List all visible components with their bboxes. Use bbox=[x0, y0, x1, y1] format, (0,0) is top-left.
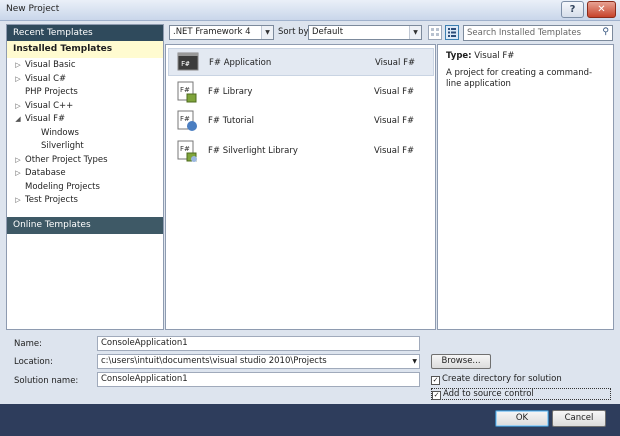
type-line: Type: Visual F# bbox=[446, 51, 605, 61]
template-language: Visual F# bbox=[375, 58, 416, 68]
tutorial-icon: F# bbox=[176, 110, 198, 132]
template-row[interactable]: F# F# Library Visual F# bbox=[168, 78, 434, 106]
framework-value: .NET Framework 4 bbox=[173, 27, 251, 37]
tree-item[interactable]: ▷ Database bbox=[7, 167, 163, 181]
search-placeholder: Search Installed Templates bbox=[467, 28, 582, 38]
search-templates-input[interactable]: Search Installed Templates ⚲ bbox=[463, 25, 613, 41]
tree-item[interactable]: ▷ Visual Basic bbox=[7, 59, 163, 73]
tree-item[interactable]: ▷ Visual C# bbox=[7, 73, 163, 87]
template-name: F# Silverlight Library bbox=[208, 145, 298, 156]
list-view-icon bbox=[448, 28, 456, 37]
title-bar: New Project ? ✕ bbox=[0, 0, 620, 21]
create-directory-checkbox[interactable]: ✓ Create directory for solution bbox=[431, 374, 611, 386]
tree-item[interactable]: ◢ Visual F# bbox=[7, 113, 163, 127]
name-field[interactable]: ConsoleApplication1 bbox=[97, 336, 420, 351]
tree-item-label: Windows bbox=[41, 127, 79, 138]
tree-item[interactable]: Modeling Projects bbox=[7, 181, 163, 195]
svg-text:F#: F# bbox=[180, 145, 190, 153]
svg-text:F#: F# bbox=[181, 60, 190, 68]
checkbox-check-icon: ✓ bbox=[431, 376, 440, 385]
tree-item-label: Visual F# bbox=[25, 114, 66, 124]
add-to-source-control-label: Add to source control bbox=[443, 389, 534, 399]
template-name: F# Library bbox=[208, 86, 253, 97]
console-application-icon: F# bbox=[177, 52, 199, 74]
template-description: A project for creating a command-line ap… bbox=[446, 68, 593, 89]
expand-arrow-icon[interactable]: ▷ bbox=[13, 73, 23, 87]
type-label: Type: bbox=[446, 51, 472, 61]
tree-item-label: Other Project Types bbox=[25, 154, 108, 165]
tree-item[interactable]: Silverlight bbox=[7, 140, 163, 154]
expand-arrow-icon[interactable]: ▷ bbox=[13, 59, 23, 73]
svg-text:F#: F# bbox=[180, 115, 190, 123]
template-language: Visual F# bbox=[374, 145, 415, 156]
create-directory-label: Create directory for solution bbox=[442, 374, 562, 384]
solution-name-label: Solution name: bbox=[14, 376, 79, 386]
template-language: Visual F# bbox=[374, 116, 415, 126]
tree-item-label: PHP Projects bbox=[25, 87, 78, 97]
tree-item-label: Visual Basic bbox=[25, 60, 76, 70]
list-view-button[interactable] bbox=[445, 25, 459, 40]
sort-by-label: Sort by: bbox=[278, 27, 311, 37]
solution-name-field[interactable]: ConsoleApplication1 bbox=[97, 372, 420, 387]
tree-item-label: Database bbox=[25, 168, 66, 178]
recent-templates-header[interactable]: Recent Templates bbox=[7, 25, 163, 41]
framework-select[interactable]: .NET Framework 4 ▼ bbox=[169, 25, 274, 40]
tree-item-label: Visual C# bbox=[25, 73, 67, 84]
tree-item[interactable]: ▷ Other Project Types bbox=[7, 154, 163, 168]
cancel-button[interactable]: Cancel bbox=[552, 410, 606, 427]
tree-item-label: Silverlight bbox=[41, 141, 84, 151]
template-name: F# Application bbox=[209, 58, 272, 68]
chevron-down-icon[interactable]: ▼ bbox=[412, 356, 417, 367]
expanded-arrow-icon[interactable]: ◢ bbox=[13, 113, 23, 127]
template-row[interactable]: F# F# Tutorial Visual F# bbox=[168, 107, 434, 135]
tree-item-label: Test Projects bbox=[25, 195, 78, 205]
sort-value: Default bbox=[312, 27, 344, 37]
window-title: New Project bbox=[6, 4, 60, 14]
location-value: c:\users\intuit\documents\visual studio … bbox=[101, 356, 327, 366]
grid-icon bbox=[431, 28, 439, 36]
tree-item-label: Modeling Projects bbox=[25, 181, 100, 192]
tree-item[interactable]: ▷ Test Projects bbox=[7, 194, 163, 208]
template-list: F# F# Application Visual F# F# F# Library Vis… bbox=[165, 44, 436, 330]
online-templates-header[interactable]: Online Templates bbox=[7, 217, 163, 234]
sort-select[interactable]: Default ▼ bbox=[308, 25, 422, 40]
template-language: Visual F# bbox=[374, 86, 415, 97]
checkbox-check-icon: ✓ bbox=[432, 391, 441, 400]
location-field[interactable]: c:\users\intuit\documents\visual studio … bbox=[97, 354, 420, 369]
tree-item[interactable]: PHP Projects bbox=[7, 86, 163, 100]
expand-arrow-icon[interactable]: ▷ bbox=[13, 194, 23, 208]
tree-item[interactable]: ▷ Visual C++ bbox=[7, 100, 163, 114]
tree-item[interactable]: Windows bbox=[7, 127, 163, 141]
template-row[interactable]: F# F# Application Visual F# bbox=[168, 48, 434, 76]
name-label: Name: bbox=[14, 339, 42, 349]
expand-arrow-icon[interactable]: ▷ bbox=[13, 154, 23, 168]
chevron-down-icon: ▼ bbox=[409, 26, 421, 39]
library-icon: F# bbox=[176, 81, 198, 103]
template-tree: ▷ Visual Basic ▷ Visual C# PHP Projects ▷ Visu… bbox=[7, 58, 163, 208]
ok-button[interactable]: OK bbox=[495, 410, 549, 427]
type-value: Visual F# bbox=[474, 51, 515, 61]
template-row[interactable]: F# F# Silverlight Library Visual F# bbox=[168, 137, 434, 165]
tree-item-label: Visual C++ bbox=[25, 100, 74, 111]
installed-templates-header[interactable]: Installed Templates bbox=[7, 41, 163, 58]
silverlight-library-icon: F# bbox=[176, 140, 198, 162]
template-details-pane: Type: Visual F# A project for creating a… bbox=[437, 44, 614, 330]
svg-text:F#: F# bbox=[180, 86, 190, 94]
help-button[interactable]: ? bbox=[561, 1, 584, 18]
add-to-source-control-checkbox[interactable]: ✓ Add to source control bbox=[431, 388, 611, 400]
chevron-down-icon: ▼ bbox=[261, 26, 273, 39]
search-icon[interactable]: ⚲ bbox=[602, 27, 609, 37]
expand-arrow-icon[interactable]: ▷ bbox=[13, 167, 23, 181]
expand-arrow-icon[interactable]: ▷ bbox=[13, 100, 23, 114]
template-name: F# Tutorial bbox=[208, 116, 254, 126]
location-label: Location: bbox=[14, 357, 53, 367]
close-button[interactable]: ✕ bbox=[587, 1, 616, 18]
template-categories-pane: Recent Templates Installed Templates ▷ Vi… bbox=[6, 24, 164, 330]
medium-icons-view-button[interactable] bbox=[428, 25, 442, 40]
browse-button[interactable]: Browse... bbox=[431, 354, 491, 369]
